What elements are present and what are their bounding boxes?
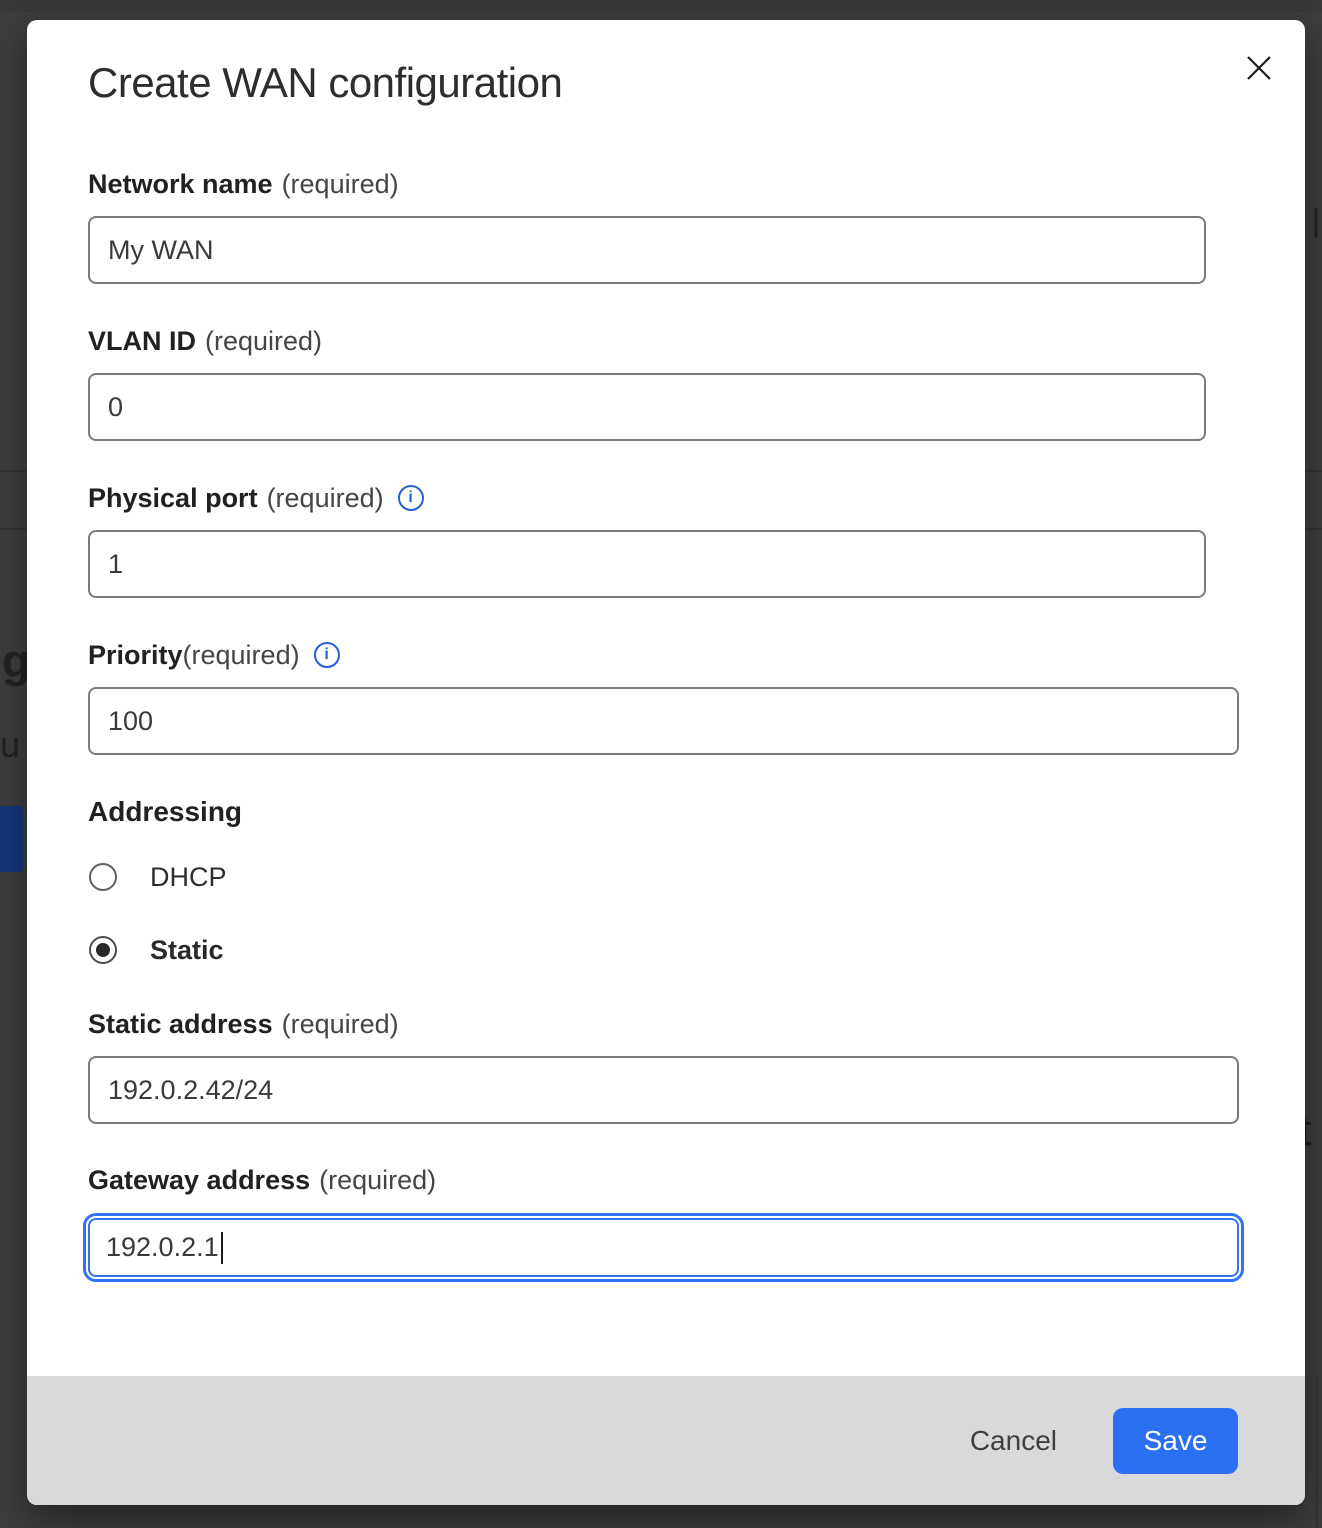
priority-input[interactable] [88,687,1239,755]
field-label: Gateway address [88,1164,310,1196]
radio-icon[interactable] [89,863,117,891]
background-table-line [1316,1376,1318,1528]
dialog-footer: Cancel Save [27,1376,1305,1505]
required-hint: (required) [319,1164,436,1196]
required-hint: (required) [282,1008,399,1040]
close-button[interactable] [1241,50,1277,86]
field-label: Physical port [88,482,258,514]
save-button[interactable]: Save [1113,1408,1238,1474]
dialog-body: Create WAN configuration Network name (re… [27,20,1305,1282]
background-top-bar [0,0,1322,12]
gateway-address-value: 192.0.2.1 [106,1232,219,1263]
radio-label: Static [150,935,224,966]
background-text-fragment: u [0,724,20,766]
network-name-label: Network name (required) [88,168,1305,200]
addressing-heading: Addressing [88,795,1305,829]
field-label: Network name [88,168,273,200]
static-address-label: Static address (required) [88,1008,1305,1040]
priority-label: Priority(required) i [88,639,1305,671]
field-label: Priority [88,639,183,671]
vlan-id-label: VLAN ID (required) [88,325,1305,357]
network-name-input[interactable] [88,216,1206,284]
required-hint: (required) [282,168,399,200]
radio-icon[interactable] [89,936,117,964]
background-button-fragment [0,806,23,872]
required-hint: (required) [205,325,322,357]
field-label: Static address [88,1008,273,1040]
text-caret [221,1232,223,1264]
cancel-button[interactable]: Cancel [964,1415,1063,1467]
radio-option-dhcp[interactable]: DHCP [88,857,1305,897]
radio-option-static[interactable]: Static [88,930,1305,970]
gateway-address-label: Gateway address (required) [88,1164,1305,1196]
vlan-id-input[interactable] [88,373,1206,441]
required-hint: (required) [267,482,384,514]
create-wan-dialog: Create WAN configuration Network name (re… [27,20,1305,1505]
required-hint: (required) [183,639,300,671]
physical-port-label: Physical port (required) i [88,482,1305,514]
info-icon[interactable]: i [314,642,340,668]
physical-port-input[interactable] [88,530,1206,598]
info-icon[interactable]: i [398,485,424,511]
close-icon [1245,54,1273,82]
gateway-address-input[interactable]: 192.0.2.1 [83,1213,1244,1282]
static-address-input[interactable] [88,1056,1239,1124]
radio-label: DHCP [150,862,227,893]
dialog-title: Create WAN configuration [88,58,1305,108]
field-label: VLAN ID [88,325,196,357]
background-text-fragment: g [2,634,30,688]
gateway-address-inner: 192.0.2.1 [88,1218,1239,1277]
